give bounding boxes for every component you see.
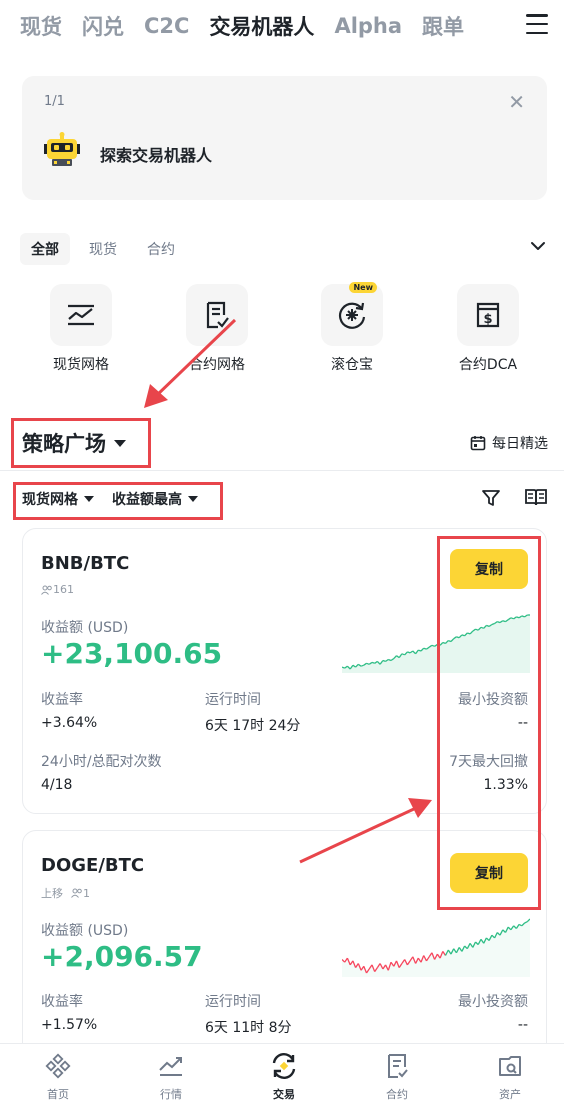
daily-picks-label: 每日精选 bbox=[492, 436, 548, 452]
min-invest-label: 最小投资额 bbox=[458, 994, 528, 1010]
chip-futures[interactable]: 合约 bbox=[136, 233, 186, 265]
pnl-value: +23,100.65 bbox=[41, 637, 223, 670]
users-icon bbox=[41, 585, 52, 595]
strategy-label: 合约DCA bbox=[458, 357, 518, 373]
chevron-down-icon[interactable] bbox=[530, 238, 546, 254]
trading-pair: BNB/BTC bbox=[41, 553, 130, 574]
annotation-box bbox=[437, 536, 541, 910]
nav-label: 合约 bbox=[386, 1088, 408, 1101]
rollover-icon: New bbox=[321, 282, 383, 346]
strategy-label: 现货网格 bbox=[53, 357, 109, 373]
runtime-label: 运行时间 bbox=[205, 994, 261, 1010]
roi-value: +1.57% bbox=[41, 1017, 98, 1033]
strategy-futures-dca[interactable]: $ 合约DCA bbox=[438, 284, 538, 374]
strategy-label: 滚仓宝 bbox=[331, 357, 373, 373]
close-icon[interactable]: ✕ bbox=[508, 92, 525, 112]
chip-spot[interactable]: 现货 bbox=[78, 233, 128, 265]
dollar-doc-icon: $ bbox=[457, 284, 519, 346]
nav-label: 行情 bbox=[160, 1088, 182, 1101]
roi-label: 收益率 bbox=[41, 994, 83, 1010]
roi-value: +3.64% bbox=[41, 715, 98, 731]
users-count: 161 bbox=[53, 583, 74, 596]
tab-copy-trading[interactable]: 跟单 bbox=[422, 11, 464, 41]
strategy-futures-grid[interactable]: 合约网格 bbox=[167, 284, 267, 374]
sparkline-segment bbox=[382, 659, 386, 663]
svg-text:$: $ bbox=[483, 312, 492, 327]
strategy-spot-grid[interactable]: 现货网格 bbox=[31, 284, 131, 374]
calendar-icon bbox=[470, 436, 486, 451]
runtime-value: 6天 11时 8分 bbox=[205, 1020, 292, 1036]
trading-pair: DOGE/BTC bbox=[41, 855, 145, 876]
daily-picks-button[interactable]: 每日精选 bbox=[470, 433, 548, 453]
matches-value: 4/18 bbox=[41, 777, 73, 793]
tab-convert[interactable]: 闪兑 bbox=[82, 11, 124, 41]
nav-futures[interactable]: 合约 bbox=[357, 1052, 437, 1102]
users-icon bbox=[71, 888, 82, 898]
runtime-value: 6天 17时 24分 bbox=[205, 718, 301, 734]
pnl-label: 收益额 (USD) bbox=[41, 620, 129, 636]
annotation-box bbox=[13, 482, 223, 520]
trade-swap-icon bbox=[272, 1053, 296, 1079]
tab-trading-bots[interactable]: 交易机器人 bbox=[209, 11, 314, 41]
nav-label: 首页 bbox=[47, 1088, 69, 1101]
banner-title: 探索交易机器人 bbox=[100, 146, 213, 165]
nav-assets[interactable]: 资产 bbox=[470, 1052, 550, 1102]
chart-line-icon bbox=[159, 1057, 182, 1076]
nav-label: 交易 bbox=[273, 1088, 295, 1101]
copier-count: 161 bbox=[41, 583, 74, 596]
strategy-rollover[interactable]: New 滚仓宝 bbox=[302, 282, 402, 374]
wallet-icon bbox=[499, 1056, 521, 1076]
strategy-label: 合约网格 bbox=[189, 357, 245, 373]
new-badge: New bbox=[349, 282, 377, 293]
sparkline-segment bbox=[371, 661, 375, 664]
filter-icon[interactable] bbox=[481, 488, 501, 508]
annotation-box bbox=[11, 418, 151, 468]
divider bbox=[0, 470, 564, 471]
tab-spot[interactable]: 现货 bbox=[20, 11, 62, 41]
strategy-meta: 上移 1 bbox=[41, 885, 90, 901]
runtime-label: 运行时间 bbox=[205, 692, 261, 708]
pnl-sparkline bbox=[342, 918, 530, 977]
nav-home[interactable]: 首页 bbox=[18, 1052, 98, 1102]
promo-banner[interactable]: 1/1 ✕ 探索交易机器人 bbox=[22, 76, 547, 200]
bottom-nav: 首页 行情 交易 合约 资产 bbox=[0, 1043, 564, 1106]
matches-label: 24小时/总配对次数 bbox=[41, 754, 162, 770]
doc-check-icon bbox=[186, 284, 248, 346]
grid-trend-icon bbox=[50, 284, 112, 346]
chip-all[interactable]: 全部 bbox=[20, 233, 70, 265]
roi-label: 收益率 bbox=[41, 692, 83, 708]
nav-trade[interactable]: 交易 bbox=[244, 1052, 324, 1102]
robot-icon bbox=[44, 132, 80, 166]
top-nav: 现货 闪兑 C2C 交易机器人 Alpha 跟单 bbox=[0, 0, 564, 52]
strategy-tag: 上移 bbox=[41, 887, 63, 900]
futures-doc-icon bbox=[388, 1054, 408, 1078]
banner-counter: 1/1 bbox=[44, 94, 65, 109]
pnl-value: +2,096.57 bbox=[41, 940, 203, 973]
sparkline-segment bbox=[423, 647, 427, 650]
tab-c2c[interactable]: C2C bbox=[144, 14, 189, 38]
nav-label: 资产 bbox=[499, 1088, 521, 1101]
category-filter: 全部 现货 合约 bbox=[20, 233, 194, 265]
guide-book-icon[interactable] bbox=[524, 487, 548, 507]
pnl-label: 收益额 (USD) bbox=[41, 923, 129, 939]
min-invest-value: -- bbox=[517, 1017, 528, 1033]
users-count: 1 bbox=[83, 886, 90, 900]
tab-alpha[interactable]: Alpha bbox=[334, 14, 402, 38]
binance-logo-icon bbox=[45, 1053, 71, 1079]
hamburger-menu-icon[interactable] bbox=[526, 14, 548, 34]
nav-markets[interactable]: 行情 bbox=[131, 1052, 211, 1102]
